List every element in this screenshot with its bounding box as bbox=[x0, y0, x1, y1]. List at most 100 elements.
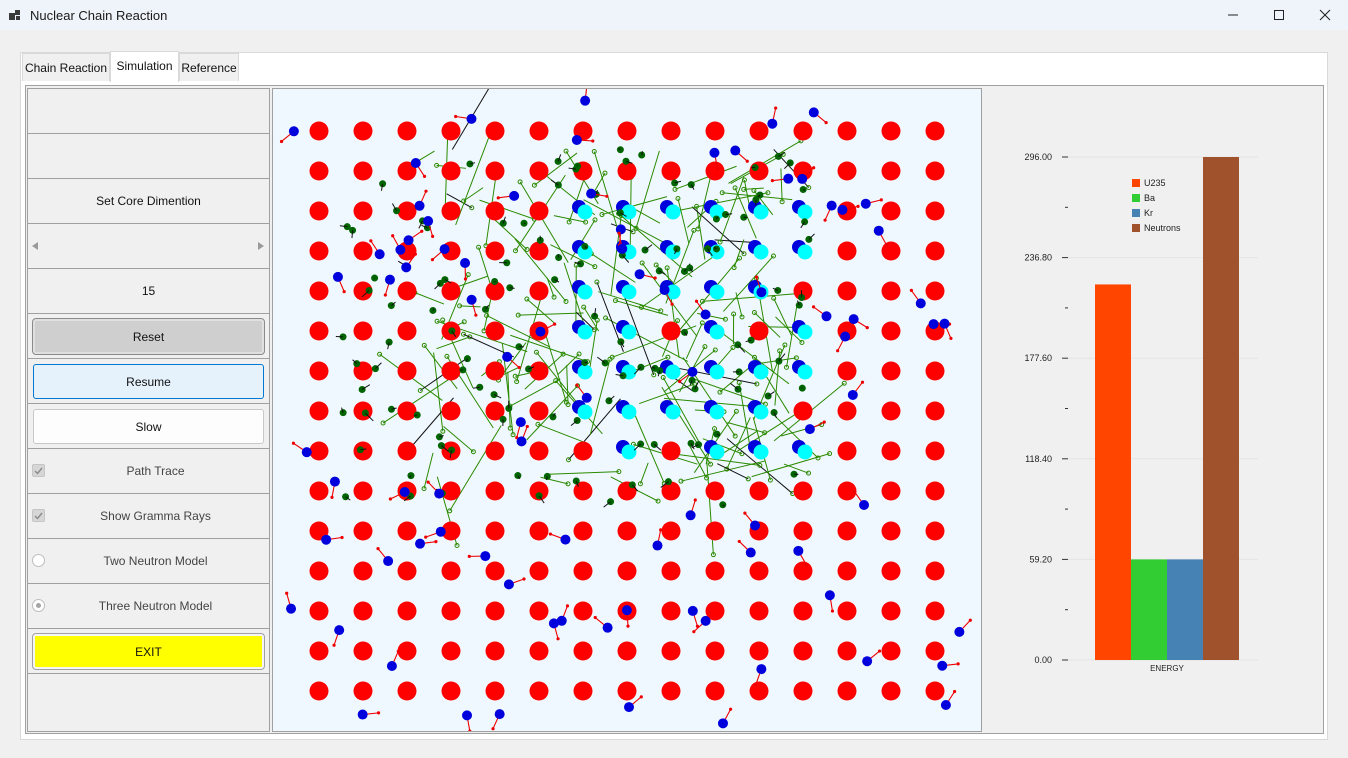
gamma-ray-path bbox=[735, 292, 743, 318]
u235-nucleus bbox=[881, 121, 901, 141]
arrow-head bbox=[745, 159, 749, 163]
free-neutron bbox=[873, 225, 884, 236]
legend-label: Kr bbox=[1144, 208, 1153, 218]
reset-button[interactable]: Reset bbox=[32, 318, 265, 355]
arrow-head bbox=[591, 139, 595, 143]
arrow-head bbox=[653, 276, 657, 280]
fission-fragment bbox=[621, 284, 637, 300]
y-tick-label: 59.20 bbox=[1029, 554, 1052, 564]
u235-nucleus bbox=[881, 281, 901, 301]
tab-simulation[interactable]: Simulation bbox=[110, 51, 179, 82]
u235-nucleus bbox=[925, 641, 945, 661]
checkmark-icon bbox=[34, 512, 43, 520]
arrow-head bbox=[285, 591, 289, 595]
u235-nucleus bbox=[529, 281, 549, 301]
minimize-button[interactable] bbox=[1210, 0, 1256, 30]
u235-nucleus bbox=[793, 121, 813, 141]
u235-nucleus bbox=[441, 681, 461, 701]
free-neutron bbox=[286, 603, 297, 614]
slow-button[interactable]: Slow bbox=[33, 409, 264, 444]
u235-nucleus bbox=[705, 121, 725, 141]
free-neutron bbox=[862, 656, 873, 667]
u235-nucleus bbox=[705, 161, 725, 181]
legend-label: Neutrons bbox=[1144, 223, 1181, 233]
free-neutron bbox=[928, 319, 939, 330]
gamma-ray-head bbox=[513, 248, 519, 254]
u235-nucleus bbox=[881, 161, 901, 181]
free-neutron bbox=[821, 311, 832, 322]
fission-fragment bbox=[797, 204, 813, 220]
arrow-head bbox=[836, 349, 840, 353]
arrow-head bbox=[737, 539, 741, 544]
u235-nucleus bbox=[881, 681, 901, 701]
free-neutron bbox=[793, 545, 804, 556]
maximize-icon bbox=[1274, 10, 1284, 20]
free-neutron bbox=[624, 702, 635, 713]
gamma-ray-path bbox=[706, 458, 714, 555]
u235-nucleus bbox=[397, 121, 417, 141]
arrow-head bbox=[626, 624, 630, 628]
maximize-button[interactable] bbox=[1256, 0, 1302, 30]
free-neutron bbox=[859, 500, 870, 511]
ba-kr-particle bbox=[551, 276, 559, 284]
fission-fragment bbox=[577, 324, 593, 340]
gamma-rays-option[interactable]: Show Gramma Rays bbox=[28, 494, 269, 539]
fission-fragment bbox=[797, 324, 813, 340]
u235-nucleus bbox=[617, 641, 637, 661]
u235-nucleus bbox=[397, 361, 417, 381]
u235-nucleus bbox=[573, 681, 593, 701]
exit-button[interactable]: EXIT bbox=[32, 633, 265, 670]
u235-nucleus bbox=[309, 281, 329, 301]
arrow-head bbox=[525, 424, 529, 429]
core-dimension-value: 15 bbox=[28, 269, 269, 314]
u235-nucleus bbox=[573, 561, 593, 581]
free-neutron bbox=[321, 534, 332, 545]
two-neutron-radio[interactable] bbox=[32, 554, 45, 567]
free-neutron bbox=[383, 556, 394, 567]
gamma-rays-checkbox[interactable] bbox=[32, 509, 45, 522]
resume-cell: Resume bbox=[28, 359, 269, 404]
u235-nucleus bbox=[529, 201, 549, 221]
u235-nucleus bbox=[837, 521, 857, 541]
three-neutron-option[interactable]: Three Neutron Model bbox=[28, 584, 269, 629]
path-trace-option[interactable]: Path Trace bbox=[28, 449, 269, 494]
tab-chain-reaction[interactable]: Chain Reaction bbox=[22, 53, 110, 81]
arrow-head bbox=[956, 662, 960, 666]
tab-reference[interactable]: Reference bbox=[179, 53, 239, 81]
arrow-head bbox=[678, 379, 682, 384]
arrow-head bbox=[811, 305, 816, 309]
u235-nucleus bbox=[485, 161, 505, 181]
free-neutron bbox=[730, 145, 741, 156]
u235-nucleus bbox=[441, 561, 461, 581]
arrow-head bbox=[639, 695, 643, 699]
u235-nucleus bbox=[837, 401, 857, 421]
u235-nucleus bbox=[617, 681, 637, 701]
three-neutron-radio[interactable] bbox=[32, 599, 45, 612]
free-neutron bbox=[940, 699, 951, 710]
u235-nucleus bbox=[485, 481, 505, 501]
simulation-canvas[interactable] bbox=[272, 88, 982, 732]
gamma-ray-path bbox=[518, 312, 584, 316]
arrow-head bbox=[463, 277, 468, 281]
free-neutron bbox=[301, 447, 312, 458]
free-neutron bbox=[586, 188, 597, 199]
free-neutron bbox=[399, 486, 410, 497]
u235-nucleus bbox=[793, 561, 813, 581]
u235-nucleus bbox=[793, 641, 813, 661]
gamma-ray-path bbox=[780, 168, 783, 202]
y-tick-label: 118.40 bbox=[1025, 454, 1052, 464]
path-trace-checkbox[interactable] bbox=[32, 464, 45, 477]
u235-nucleus bbox=[485, 561, 505, 581]
u235-nucleus bbox=[309, 561, 329, 581]
u235-nucleus bbox=[617, 561, 637, 581]
fission-fragment bbox=[621, 404, 637, 420]
u235-nucleus bbox=[397, 321, 417, 341]
resume-button[interactable]: Resume bbox=[33, 364, 264, 399]
arrow-head bbox=[548, 532, 553, 536]
u235-nucleus bbox=[573, 521, 593, 541]
core-dimension-scrollbar[interactable] bbox=[28, 224, 269, 269]
ba-kr-particle bbox=[616, 209, 624, 217]
two-neutron-option[interactable]: Two Neutron Model bbox=[28, 539, 269, 584]
close-button[interactable] bbox=[1302, 0, 1348, 30]
free-neutron bbox=[435, 526, 446, 537]
